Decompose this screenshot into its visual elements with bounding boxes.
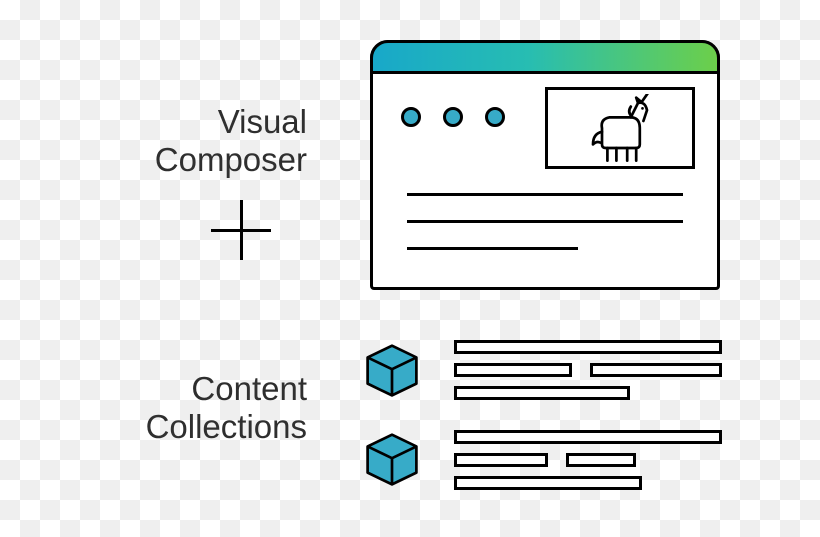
label-line: Collections [146,408,307,445]
cube-icon [364,432,420,488]
field-box [454,430,722,444]
visual-composer-label: Visual Composer [155,103,307,179]
content-row [454,386,722,400]
label-line: Visual [218,103,307,140]
text-line [407,193,683,196]
content-row [454,363,722,377]
content-row [454,453,722,467]
dot-icon [485,107,505,127]
field-box [454,476,642,490]
plus-icon [211,200,271,260]
unicorn-icon [575,94,665,166]
editor-window [370,40,720,290]
image-placeholder [545,87,695,169]
field-box [590,363,722,377]
dot-icon [401,107,421,127]
field-box [454,386,630,400]
content-row-group [454,430,722,490]
dot-icon [443,107,463,127]
field-box [454,340,722,354]
field-box [454,363,572,377]
window-titlebar [370,40,720,74]
content-collections-label: Content Collections [146,370,307,446]
label-line: Content [191,370,307,407]
field-box [566,453,636,467]
label-line: Composer [155,141,307,178]
content-row [454,430,722,444]
field-box [454,453,548,467]
window-controls [401,107,505,127]
content-row-group [454,340,722,400]
text-line [407,220,683,223]
text-line [407,247,578,250]
cube-icon [364,343,420,399]
content-row [454,476,722,490]
paragraph-lines [407,193,683,250]
content-row [454,340,722,354]
